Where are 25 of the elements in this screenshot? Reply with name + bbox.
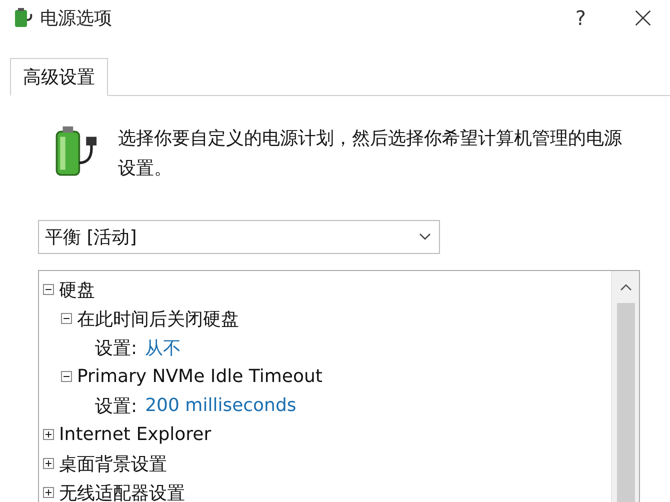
tab[interactable]: 高级设置	[10, 58, 108, 96]
tree-item[interactable]: Internet Explorer	[59, 424, 212, 445]
close-icon[interactable]	[634, 9, 652, 27]
tree-item[interactable]: Primary NVMe Idle Timeout	[77, 366, 322, 387]
scroll-up-icon[interactable]	[620, 283, 632, 291]
tree-item[interactable]: 桌面背景设置	[59, 452, 167, 476]
collapse-icon[interactable]	[61, 313, 72, 324]
scrollbar[interactable]	[611, 271, 639, 502]
collapse-icon[interactable]	[43, 284, 54, 295]
setting-value[interactable]: 从不	[145, 336, 182, 360]
expand-icon[interactable]	[43, 429, 54, 440]
description-text: 选择你要自定义的电源计划，然后选择你希望计算机管理的电源设置。	[118, 127, 623, 181]
expand-icon[interactable]	[43, 487, 54, 498]
collapse-icon[interactable]	[61, 371, 72, 382]
setting-label: 设置:	[95, 394, 138, 418]
setting-label: 设置:	[95, 336, 138, 360]
help-button[interactable]: ?	[569, 5, 592, 31]
tree-item[interactable]: 无线适配器设置	[59, 480, 185, 502]
setting-value[interactable]: 200 milliseconds	[145, 395, 296, 416]
tree-item[interactable]: 在此时间后关闭硬盘	[77, 306, 239, 330]
tree-item[interactable]: 硬盘	[59, 278, 95, 302]
window-title: 电源选项	[40, 7, 112, 30]
plan-dropdown[interactable]: 平衡 [活动]	[38, 220, 440, 254]
expand-icon[interactable]	[43, 458, 54, 469]
chevron-down-icon	[419, 233, 431, 241]
